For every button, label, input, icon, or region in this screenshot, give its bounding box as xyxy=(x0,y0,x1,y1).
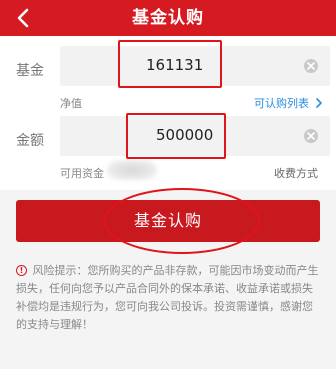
blurred-balance xyxy=(107,160,157,180)
chevron-right-icon xyxy=(315,98,322,108)
available-funds-label: 可用资金 xyxy=(60,167,104,180)
subscribable-list-link[interactable]: 可认购列表 xyxy=(254,95,323,111)
highlight-subscribe-button xyxy=(104,188,260,254)
warning-icon: ! xyxy=(16,265,27,276)
highlight-fund-code xyxy=(118,40,222,88)
page-title: 基金认购 xyxy=(132,8,204,28)
highlight-amount xyxy=(126,113,226,159)
risk-warning: ! 风险提示：您所购买的产品非存款，可能因市场变动而产生损失，任何向您予以产品合… xyxy=(16,262,322,334)
clear-icon[interactable] xyxy=(304,59,318,73)
clear-icon[interactable] xyxy=(304,129,318,143)
fee-method-label[interactable]: 收费方式 xyxy=(274,165,318,181)
fund-label: 基金 xyxy=(16,63,44,79)
risk-warning-text: 风险提示：您所购买的产品非存款，可能因市场变动而产生损失，任何向您予以产品合同外… xyxy=(16,264,319,331)
amount-label: 金额 xyxy=(16,133,44,149)
top-bar: 基金认购 xyxy=(0,0,336,36)
nav-label: 净值 xyxy=(60,97,82,110)
subscribable-list-label: 可认购列表 xyxy=(254,97,309,110)
